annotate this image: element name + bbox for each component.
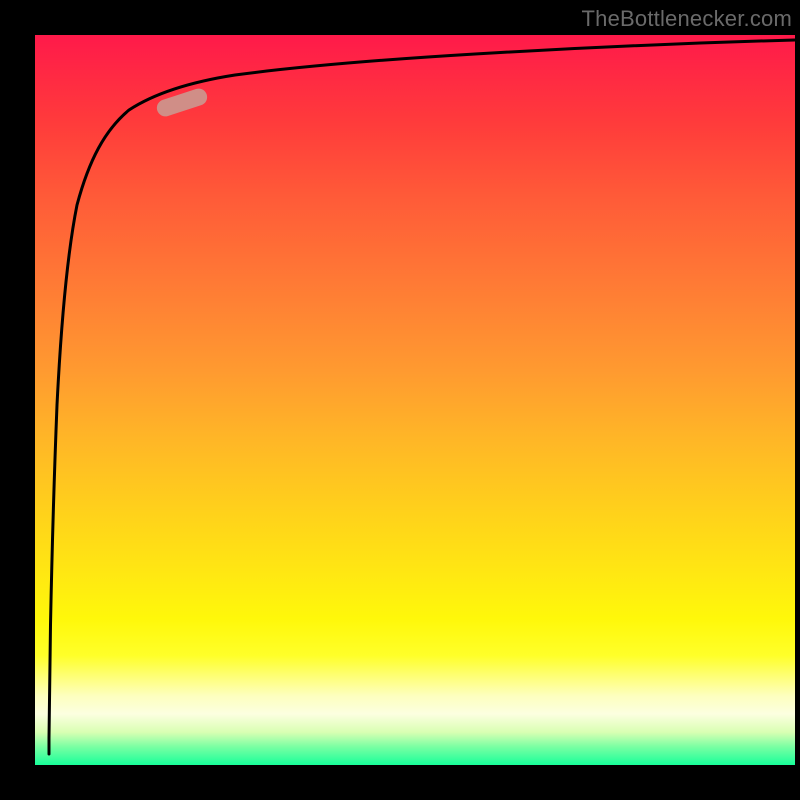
attribution-text: TheBottlenecker.com xyxy=(582,6,792,32)
curve-path xyxy=(49,40,795,754)
curve-layer xyxy=(35,35,795,765)
figure-root: TheBottlenecker.com xyxy=(0,0,800,800)
